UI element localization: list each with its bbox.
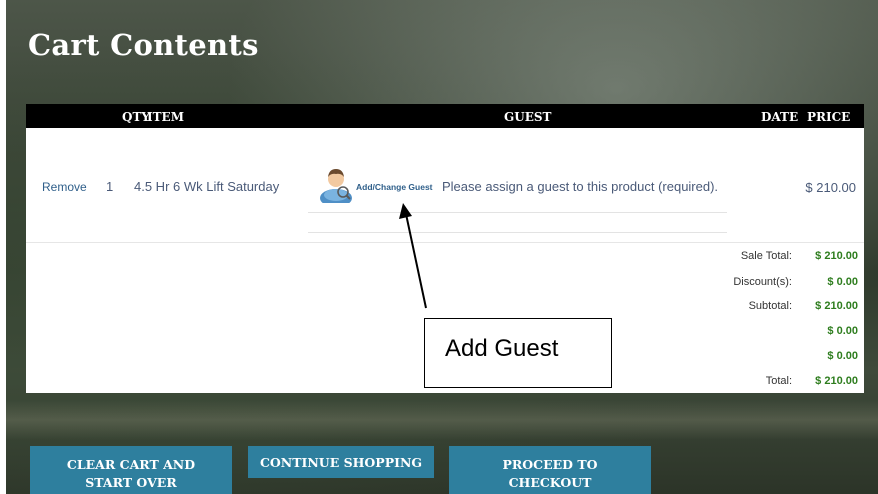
- summary-label: Sale Total:: [740, 250, 792, 262]
- guest-required-message: Please assign a guest to this product (r…: [442, 179, 719, 194]
- summary-value: $ 210.00: [815, 300, 858, 312]
- checkout-label: CHECKOUT: [508, 475, 592, 490]
- item-qty: 1: [106, 179, 114, 194]
- guest-avatar-icon[interactable]: [319, 165, 353, 203]
- page-title: Cart Contents: [28, 28, 259, 62]
- item-name: 4.5 Hr 6 Wk Lift Saturday: [134, 179, 280, 194]
- proceed-to-checkout-button[interactable]: PROCEED TO CHECKOUT: [449, 446, 651, 494]
- continue-shopping-label: CONTINUE SHOPPING: [259, 455, 423, 470]
- summary-label: Discount(s):: [733, 276, 792, 288]
- checkout-label: PROCEED TO: [502, 457, 598, 472]
- header-price: PRICE: [807, 110, 851, 124]
- annotation-callout: Add Guest: [424, 318, 612, 388]
- guest-divider: [308, 232, 727, 233]
- header-qty: QTY: [122, 110, 150, 124]
- clear-cart-button[interactable]: CLEAR CART AND START OVER: [30, 446, 232, 494]
- summary-value: $ 0.00: [827, 276, 858, 288]
- summary-value: $ 0.00: [827, 350, 858, 362]
- annotation-text: Add Guest: [445, 335, 559, 362]
- remove-link[interactable]: Remove: [42, 180, 87, 194]
- summary-value: $ 0.00: [827, 325, 858, 337]
- summary-label: Subtotal:: [748, 300, 792, 312]
- summary-label: Total:: [765, 375, 792, 387]
- summary-value: $ 210.00: [815, 375, 858, 387]
- header-date: DATE: [761, 110, 799, 124]
- continue-shopping-button[interactable]: CONTINUE SHOPPING: [248, 446, 434, 478]
- item-price: $ 210.00: [805, 180, 856, 195]
- clear-cart-label: CLEAR CART AND: [66, 457, 196, 472]
- header-guest: GUEST: [504, 110, 552, 124]
- guest-divider: [308, 212, 727, 213]
- add-change-guest-link[interactable]: Add/Change Guest: [356, 182, 433, 192]
- row-divider: [26, 242, 864, 243]
- table-header: QTY ITEM GUEST DATE PRICE: [26, 104, 864, 128]
- clear-cart-label: START OVER: [85, 475, 177, 490]
- summary-value: $ 210.00: [815, 250, 858, 262]
- header-item: ITEM: [147, 110, 184, 124]
